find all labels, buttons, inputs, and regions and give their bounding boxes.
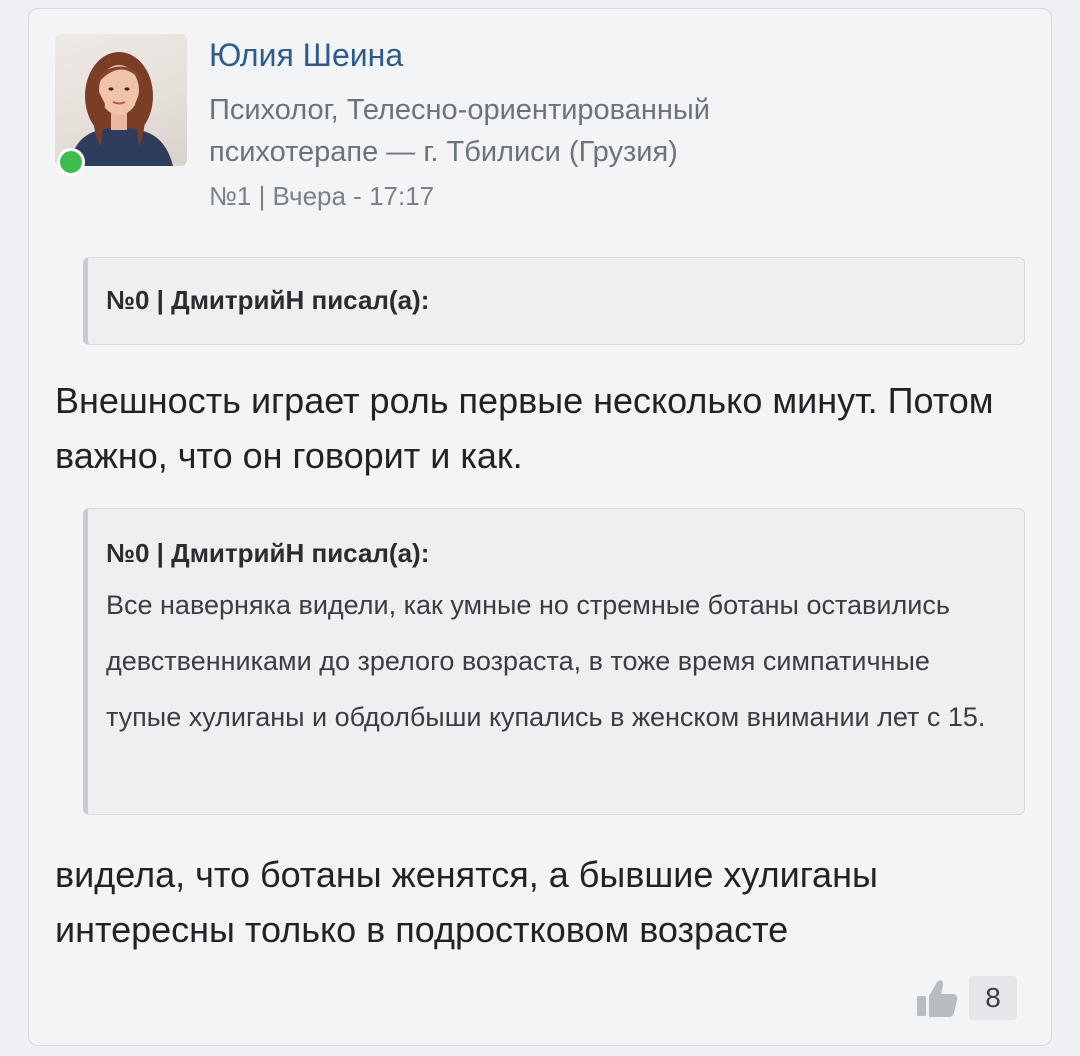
post-text: Внешность играет роль первые несколько м… bbox=[55, 380, 994, 476]
post-meta: №1 | Вчера - 17:17 bbox=[209, 181, 435, 211]
online-status-icon bbox=[57, 148, 85, 176]
author-name[interactable]: Юлия Шеина bbox=[209, 37, 403, 74]
like-area: 8 bbox=[915, 976, 1017, 1020]
quote-block: №0 | ДмитрийН писал(а): Все наверняка ви… bbox=[83, 508, 1025, 815]
forum-post-card: Юлия Шеина Психолог, Телесно-ориентирова… bbox=[28, 8, 1052, 1046]
thumbs-up-icon[interactable] bbox=[915, 976, 959, 1020]
quote-header: №0 | ДмитрийН писал(а): bbox=[106, 538, 430, 568]
quote-header: №0 | ДмитрийН писал(а): bbox=[106, 285, 430, 315]
like-count: 8 bbox=[969, 976, 1017, 1020]
quote-block: №0 | ДмитрийН писал(а): bbox=[83, 257, 1025, 345]
author-avatar-wrap[interactable] bbox=[55, 34, 187, 176]
post-text: видела, что ботаны женятся, а бывшие хул… bbox=[55, 854, 878, 950]
author-status: Психолог, Телесно-ориентированный психот… bbox=[209, 94, 710, 168]
avatar-portrait bbox=[69, 52, 173, 166]
avatar[interactable] bbox=[55, 34, 187, 166]
quote-body: Все наверняка видели, как умные но стрем… bbox=[106, 590, 986, 732]
